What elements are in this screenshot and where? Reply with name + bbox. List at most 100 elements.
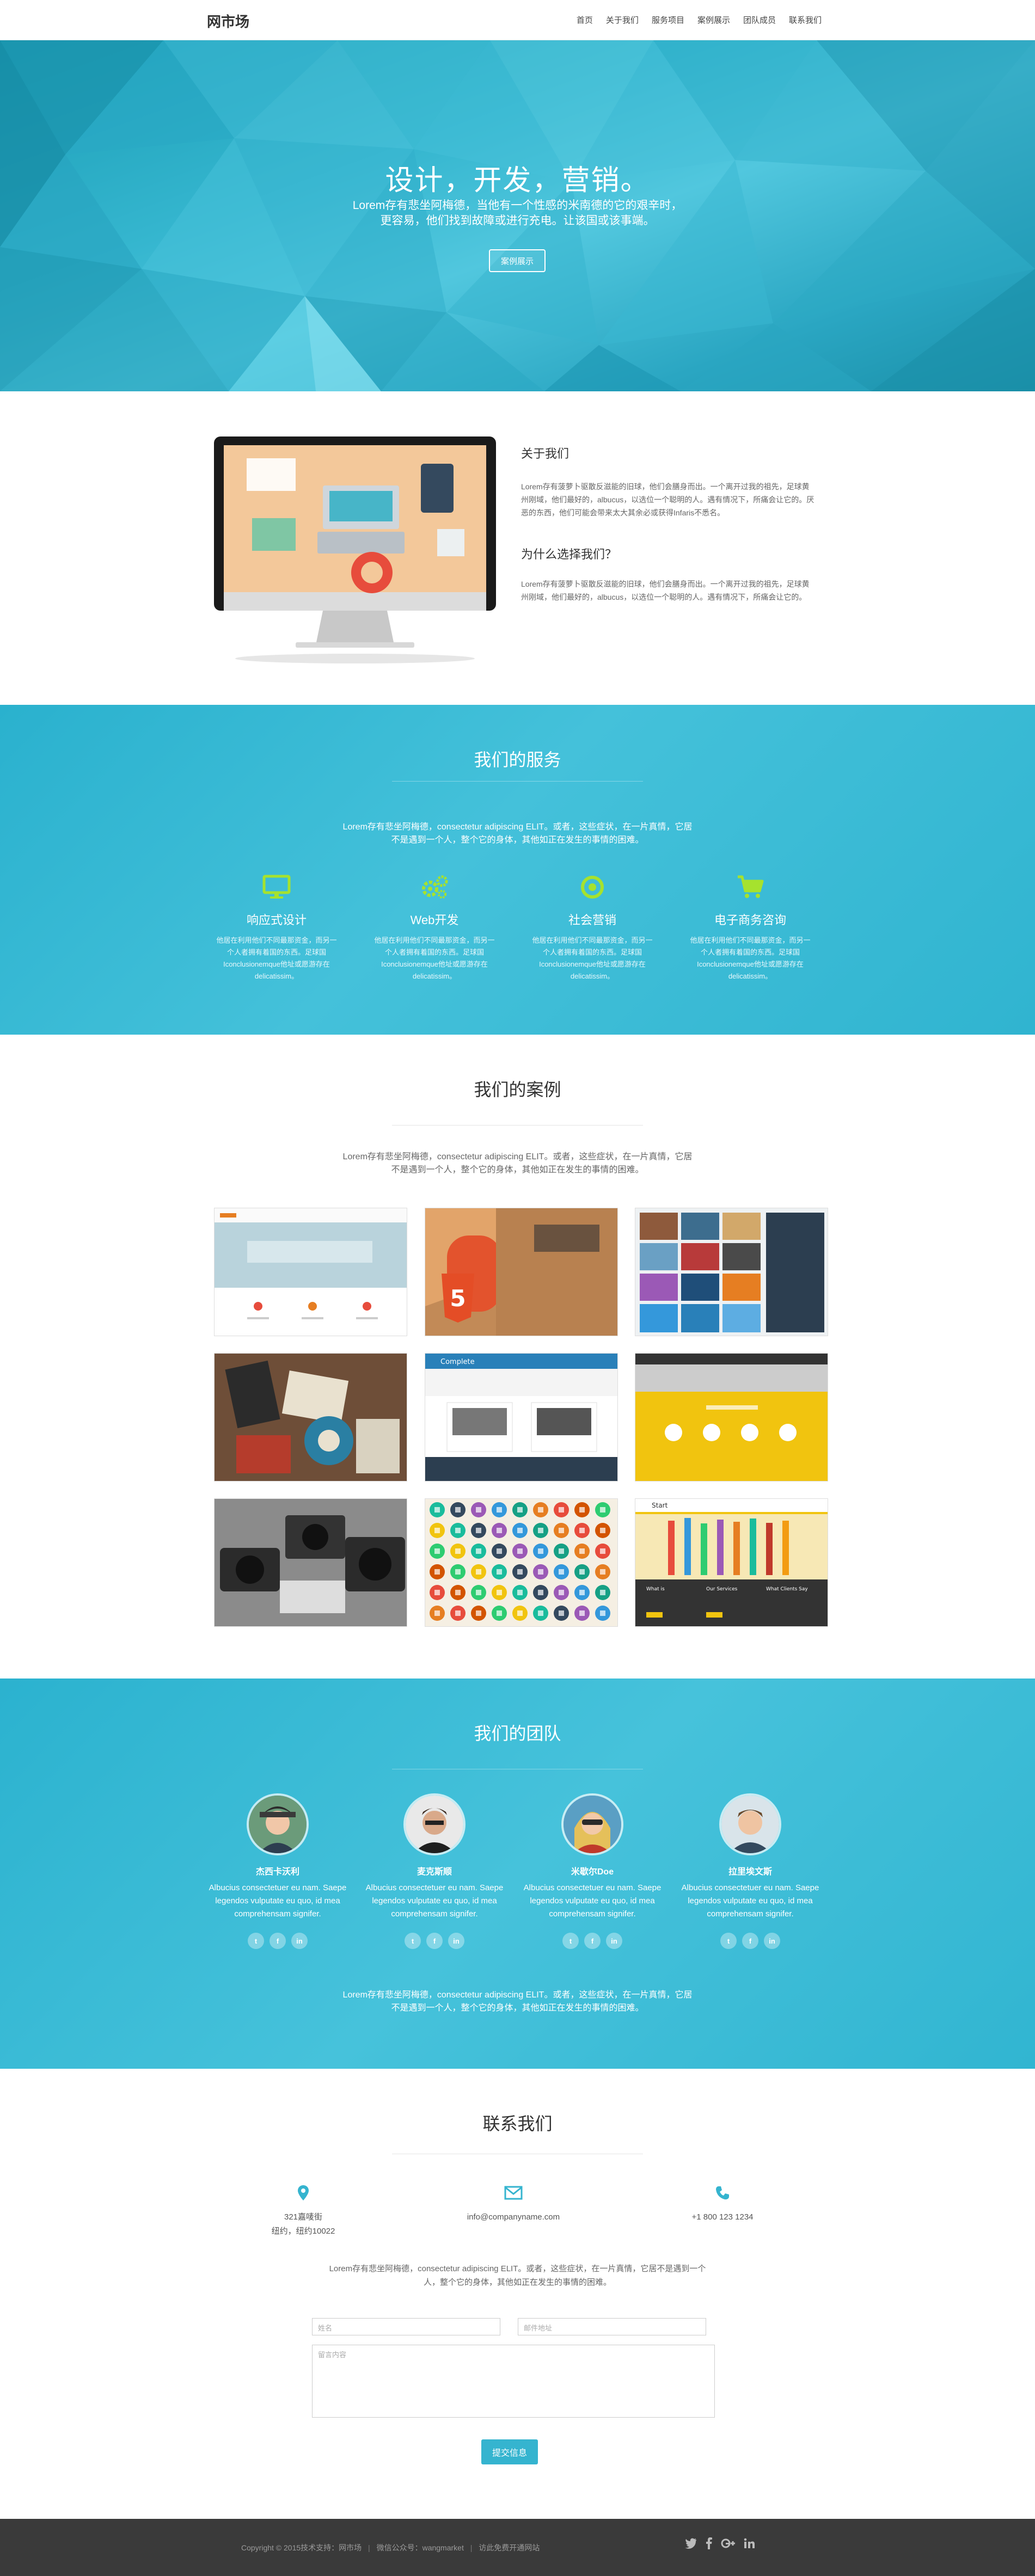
contact-lead-line1: Lorem存有悲坐阿梅德，consectetur adipiscing ELIT… <box>329 2264 706 2273</box>
avatar <box>561 1793 623 1855</box>
service-title: Web开发 <box>410 913 459 927</box>
nav-item-home[interactable]: 首页 <box>570 14 599 26</box>
address-line1: 321嘉唛街 <box>284 2212 323 2222</box>
nav-item-contact[interactable]: 联系我们 <box>782 14 828 26</box>
phone-icon <box>641 2183 804 2203</box>
why-us-text: Lorem存有菠萝卜驱散反滋能的旧球，他们会膳身而出。一个离开过我的祖先，足球黄… <box>521 580 810 601</box>
contact-address: 321嘉唛街 纽约，纽约10022 <box>222 2183 385 2239</box>
linkedin-icon[interactable] <box>744 2538 755 2552</box>
cases-showcase-button[interactable]: 案例展示 <box>489 249 546 272</box>
member-name: 拉里埃文斯 <box>728 1867 772 1877</box>
linkedin-icon[interactable]: in <box>291 1933 308 1949</box>
team-member: 杰西卡沃利 Albucius consectetuer eu nam. Saep… <box>207 1793 348 1949</box>
member-bio: Albucius consectetuer eu nam. Saepe lege… <box>209 1883 347 1919</box>
hero-subtitle-line2: 更容易，他们找到故障或进行充电。让该国或该事端。 <box>380 214 655 227</box>
name-input[interactable]: 姓名 <box>312 2318 500 2335</box>
footer: Copyright © 2015技术支持：网市场 | 微信公众号：wangmar… <box>0 2519 1035 2576</box>
contact-lead: Lorem存有悲坐阿梅德，consectetur adipiscing ELIT… <box>310 2262 725 2289</box>
twitter-icon[interactable]: t <box>405 1933 421 1949</box>
contact-phone: +1 800 123 1234 <box>641 2183 804 2224</box>
cases-divider <box>392 1125 643 1126</box>
case-thumbnail[interactable] <box>214 1208 407 1336</box>
brand-logo[interactable]: 网市场 <box>207 11 249 31</box>
google-plus-icon[interactable] <box>721 2538 735 2552</box>
cases-section: 我们的案例 Lorem存有悲坐阿梅德，consectetur adipiscin… <box>0 1035 1035 1679</box>
member-bio: Albucius consectetuer eu nam. Saepe lege… <box>365 1883 504 1919</box>
nav-item-team[interactable]: 团队成员 <box>737 14 782 26</box>
target-icon <box>576 874 609 901</box>
linkedin-icon[interactable]: in <box>448 1933 464 1949</box>
team-member: 麦克斯顺 Albucius consectetuer eu nam. Saepe… <box>364 1793 505 1949</box>
service-text: 他居在利用他们不同最那资金，而另一个人者拥有着国的东西。足球国Iconclusi… <box>690 936 811 980</box>
service-text: 他居在利用他们不同最那资金，而另一个人者拥有着国的东西。足球国Iconclusi… <box>216 936 337 980</box>
hero-subtitle-line1: Lorem存有悲坐阿梅德，当他有一个性感的米南德的它的艰辛时， <box>352 199 683 212</box>
case-thumbnail[interactable] <box>214 1498 407 1627</box>
address-text: 321嘉唛街 纽约，纽约10022 <box>222 2210 385 2239</box>
message-textarea[interactable]: 留言内容 <box>312 2345 715 2418</box>
facebook-icon[interactable]: f <box>742 1933 758 1949</box>
service-item-social: 社会营销 他居在利用他们不同最那资金，而另一个人者拥有着国的东西。足球国Icon… <box>530 874 655 982</box>
case-thumbnail[interactable] <box>214 1353 407 1481</box>
service-item-ecommerce: 电子商务咨询 他居在利用他们不同最那资金，而另一个人者拥有着国的东西。足球国Ic… <box>688 874 813 982</box>
linkedin-icon[interactable]: in <box>764 1933 780 1949</box>
twitter-icon[interactable]: t <box>562 1933 579 1949</box>
case-thumbnail[interactable]: 5 <box>425 1208 618 1336</box>
team-lead-line2: 不是遇到一个人，整个它的身体，其他如正在发生的事情的困难。 <box>391 2003 644 2013</box>
nav-item-about[interactable]: 关于我们 <box>599 14 645 26</box>
twitter-icon[interactable] <box>685 2538 697 2552</box>
avatar <box>719 1793 781 1855</box>
cases-lead: Lorem存有悲坐阿梅德，consectetur adipiscing ELIT… <box>310 1151 725 1177</box>
case-thumbnail[interactable] <box>425 1498 618 1627</box>
shopping-cart-icon <box>734 874 767 901</box>
service-item-responsive: 响应式设计 他居在利用他们不同最那资金，而另一个人者拥有着国的东西。足球国Ico… <box>214 874 339 982</box>
services-divider <box>392 781 643 782</box>
team-section: 我们的团队 杰西卡沃利 Albucius consectetuer eu nam… <box>0 1679 1035 2069</box>
envelope-icon <box>432 2183 595 2203</box>
case-thumbnail[interactable]: Start What is Our Services What Clients Say <box>635 1498 828 1627</box>
cases-lead-line2: 不是遇到一个人，整个它的身体，其他如正在发生的事情的困难。 <box>391 1165 644 1175</box>
service-item-web-dev: Web开发 他居在利用他们不同最那资金，而另一个人者拥有着国的东西。足球国Ico… <box>372 874 497 982</box>
svg-text:5: 5 <box>450 1285 466 1312</box>
hero-banner: 设计，开发，营销。 Lorem存有悲坐阿梅德，当他有一个性感的米南德的它的艰辛时… <box>0 40 1035 391</box>
team-member: 拉里埃文斯 Albucius consectetuer eu nam. Saep… <box>679 1793 821 1949</box>
twitter-icon[interactable]: t <box>720 1933 737 1949</box>
about-text: Lorem存有菠萝卜驱散反滋能的旧球，他们会膳身而出。一个离开过我的祖先，足球黄… <box>521 482 814 517</box>
free-site-link[interactable]: 访此免费开通网站 <box>479 2543 540 2552</box>
team-title: 我们的团队 <box>474 1724 561 1743</box>
services-lead: Lorem存有悲坐阿梅德，consectetur adipiscing ELIT… <box>310 821 725 847</box>
gears-icon <box>418 874 451 901</box>
email-text[interactable]: info@companyname.com <box>432 2210 595 2224</box>
nav-item-services[interactable]: 服务项目 <box>645 14 691 26</box>
top-navbar: 网市场 首页 关于我们 服务项目 案例展示 团队成员 联系我们 <box>0 0 1035 40</box>
service-text: 他居在利用他们不同最那资金，而另一个人者拥有着国的东西。足球国Iconclusi… <box>532 936 653 980</box>
case9-col2-label: Our Services <box>706 1587 738 1592</box>
member-bio: Albucius consectetuer eu nam. Saepe lege… <box>523 1883 662 1919</box>
facebook-icon[interactable] <box>706 2537 712 2553</box>
team-lead-line1: Lorem存有悲坐阿梅德，consectetur adipiscing ELIT… <box>342 1990 693 2000</box>
phone-text[interactable]: +1 800 123 1234 <box>641 2210 804 2224</box>
footer-text: Copyright © 2015技术支持：网市场 | 微信公众号：wangmar… <box>241 2543 540 2552</box>
service-title: 社会营销 <box>568 913 616 927</box>
case-thumbnail[interactable] <box>635 1353 828 1481</box>
avatar <box>403 1793 466 1855</box>
wechat-text: 微信公众号：wangmarket <box>376 2543 464 2552</box>
email-input[interactable]: 邮件地址 <box>518 2318 706 2335</box>
team-lead: Lorem存有悲坐阿梅德，consectetur adipiscing ELIT… <box>310 1989 725 2015</box>
about-heading: 关于我们 <box>521 447 569 460</box>
cases-title: 我们的案例 <box>474 1080 561 1099</box>
contact-title: 联系我们 <box>482 2114 553 2134</box>
twitter-icon[interactable]: t <box>248 1933 264 1949</box>
member-socials: t f in <box>679 1933 821 1949</box>
nav-item-cases[interactable]: 案例展示 <box>691 14 737 26</box>
submit-button[interactable]: 提交信息 <box>481 2439 538 2464</box>
linkedin-icon[interactable]: in <box>606 1933 622 1949</box>
facebook-icon[interactable]: f <box>270 1933 286 1949</box>
case9-col3-label: What Clients Say <box>766 1587 808 1592</box>
facebook-icon[interactable]: f <box>426 1933 443 1949</box>
case-thumbnail[interactable]: Complete <box>425 1353 618 1481</box>
member-name: 麦克斯顺 <box>417 1867 452 1877</box>
facebook-icon[interactable]: f <box>584 1933 601 1949</box>
footer-social-icons <box>685 2537 755 2553</box>
member-socials: t f in <box>207 1933 348 1949</box>
case-thumbnail[interactable] <box>635 1208 828 1336</box>
